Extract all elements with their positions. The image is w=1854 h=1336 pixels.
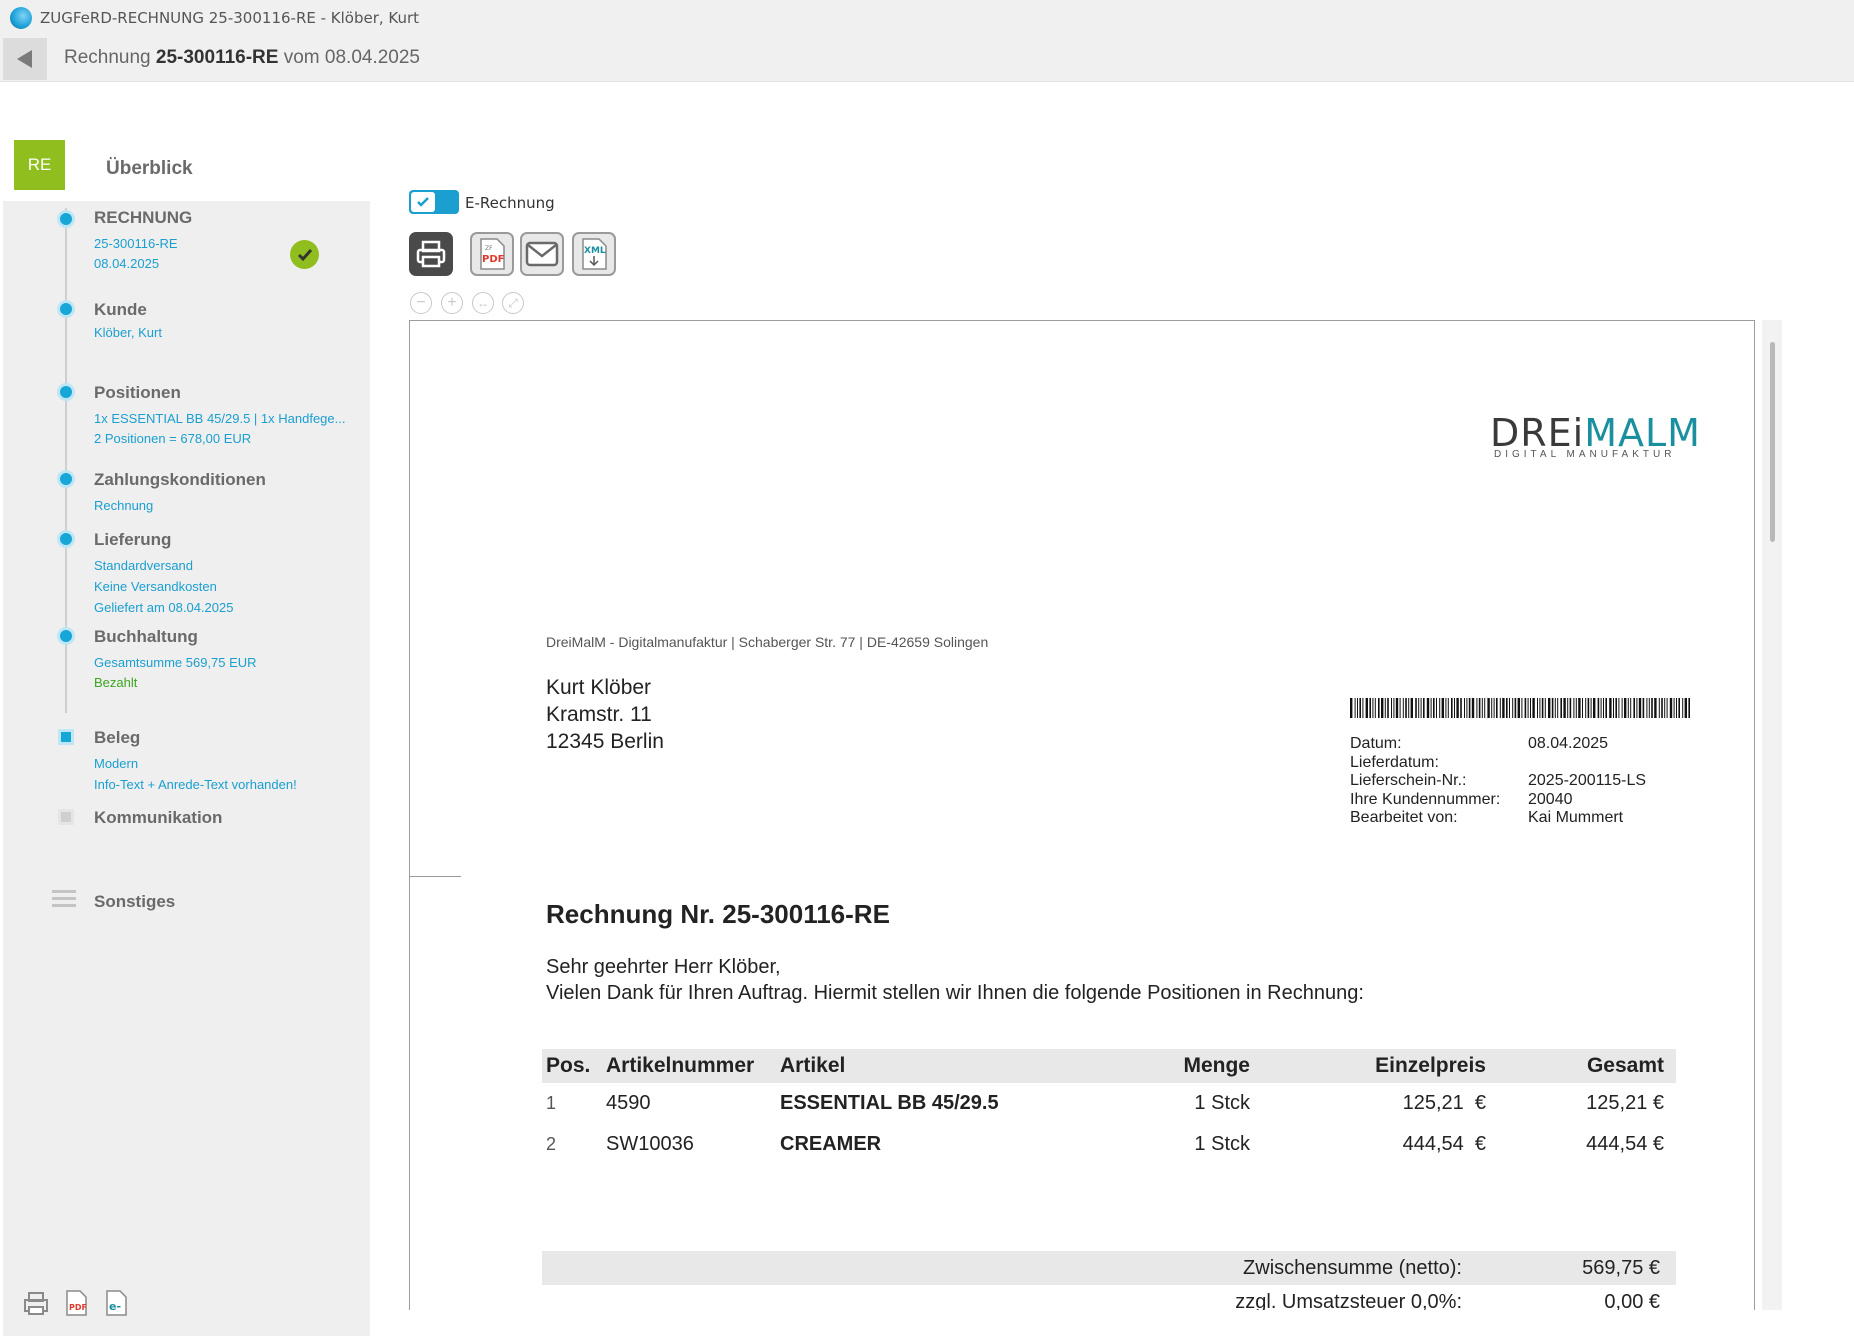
recipient-city: 12345 Berlin <box>546 730 664 753</box>
page-title: Rechnung 25-300116-RE vom 08.04.2025 <box>64 47 420 69</box>
step-label: Lieferung <box>94 530 172 549</box>
step-detail: Rechnung <box>94 498 154 513</box>
recipient-street: Kramstr. 11 <box>546 703 652 726</box>
step-detail: 2 Positionen = 678,00 EUR <box>94 431 252 446</box>
zoom-in-icon[interactable]: + <box>441 292 463 314</box>
company-logo: DREiMALM DIGITAL MANUFAKTUR <box>1490 411 1701 460</box>
email-button[interactable] <box>520 232 564 276</box>
step-label: Sonstiges <box>94 892 176 911</box>
meta-row: Lieferschein-Nr.: 2025-200115-LS <box>1350 772 1647 789</box>
step-square-icon <box>58 809 74 825</box>
pdf-button[interactable]: ZF PDF <box>470 232 514 276</box>
overview-label: Überblick <box>106 158 193 179</box>
page-header: Rechnung 25-300116-RE vom 08.04.2025 <box>0 36 1854 82</box>
invoice-preview: DREiMALM DIGITAL MANUFAKTUR DreiMalM - D… <box>409 320 1755 1310</box>
step-label: Kommunikation <box>94 808 223 827</box>
step-dot-icon <box>57 530 75 548</box>
print-icon[interactable] <box>21 1288 51 1318</box>
step-dot-icon <box>57 627 75 645</box>
step-dot-icon <box>57 470 75 488</box>
tax-row: zzgl. Umsatzsteuer 0,0%: 0,00 € <box>1235 1290 1660 1311</box>
step-label: Buchhaltung <box>94 627 198 646</box>
sidebar: RE Überblick RECHNUNG 25-300116-RE 08.04… <box>3 128 370 1336</box>
step-dot-icon <box>57 210 75 228</box>
document-type-badge: RE <box>14 140 65 190</box>
print-button[interactable] <box>409 232 453 276</box>
zoom-out-icon[interactable]: − <box>410 292 432 314</box>
title-suffix: vom 08.04.2025 <box>283 47 420 68</box>
meta-row: Bearbeitet von: Kai Mummert <box>1350 809 1624 826</box>
invoice-meta: Datum: 08.04.2025 Lieferdatum: Liefersche… <box>1350 735 1646 828</box>
zf-pdf-icon: ZF PDF <box>480 238 505 270</box>
window-titlebar: ZUGFeRD-RECHNUNG 25-300116-RE - Klöber, … <box>0 0 1854 36</box>
meta-row: Lieferdatum: <box>1350 753 1439 771</box>
xml-export-button[interactable]: XML <box>572 232 616 276</box>
step-detail: Geliefert am 08.04.2025 <box>94 600 234 615</box>
step-detail: 08.04.2025 <box>94 256 160 271</box>
invoice-title: Rechnung Nr. 25-300116-RE <box>546 899 890 929</box>
meta-row: Datum: 08.04.2025 <box>1350 735 1609 752</box>
svg-text:XML: XML <box>584 246 606 256</box>
e-invoice-toggle-label: E-Rechnung <box>465 194 555 212</box>
back-button[interactable] <box>3 38 47 80</box>
meta-row: Ihre Kundennummer: 20040 <box>1350 790 1573 808</box>
step-label: Positionen <box>94 383 181 402</box>
back-arrow-icon <box>17 50 32 68</box>
recipient-address: Kurt Klöber Kramstr. 11 12345 Berlin <box>546 674 664 755</box>
scrollbar-thumb[interactable] <box>1770 342 1775 542</box>
toggle-check-icon <box>411 192 435 212</box>
svg-text:PDF: PDF <box>69 1303 87 1312</box>
step-detail: 1x ESSENTIAL BB 45/29.5 | 1x Handfege... <box>94 411 346 426</box>
step-label: Beleg <box>94 728 141 747</box>
step-detail: Gesamtsumme 569,75 EUR <box>94 655 257 670</box>
menu-lines-icon <box>52 890 76 910</box>
e-invoice-icon[interactable]: e- <box>101 1288 131 1318</box>
preview-scrollbar[interactable] <box>1762 320 1782 1310</box>
step-detail: Keine Versandkosten <box>94 579 217 594</box>
totals-block: Zwischensumme (netto): 569,75 € zzgl. Um… <box>542 1251 1676 1310</box>
step-detail: 25-300116-RE <box>94 236 178 251</box>
fit-page-icon[interactable]: ⤢ <box>502 292 524 314</box>
recipient-name: Kurt Klöber <box>546 676 652 699</box>
sender-line: DreiMalM - Digitalmanufaktur | Schaberge… <box>546 634 989 650</box>
step-detail: Info-Text + Anrede-Text vorhanden! <box>94 777 297 792</box>
step-square-icon <box>58 729 74 745</box>
step-detail: Klöber, Kurt <box>94 325 162 340</box>
e-invoice-toggle[interactable] <box>409 190 459 214</box>
fit-width-icon[interactable]: ↔ <box>472 292 494 314</box>
xml-download-icon: XML <box>582 238 607 270</box>
greeting-text: Sehr geehrter Herr Klöber, Vielen Dank f… <box>546 956 1364 1004</box>
svg-text:PDF: PDF <box>482 254 504 265</box>
step-detail: Modern <box>94 756 139 771</box>
svg-text:e-: e- <box>109 1300 121 1313</box>
pdf-icon[interactable]: PDF <box>61 1288 91 1318</box>
subtotal-row: Zwischensumme (netto): 569,75 € <box>542 1251 1676 1285</box>
sidebar-overview-header[interactable]: RE Überblick <box>3 128 370 201</box>
step-label: Zahlungskonditionen <box>94 470 266 489</box>
table-header: Pos. Artikelnummer Artikel Menge Einzelp… <box>542 1049 1676 1083</box>
app-icon <box>10 7 32 29</box>
table-row: 1 4590 ESSENTIAL BB 45/29.5 1 Stck 125,2… <box>546 1092 1664 1114</box>
invoice-number: 25-300116-RE <box>155 47 279 68</box>
window-title: ZUGFeRD-RECHNUNG 25-300116-RE - Klöber, … <box>40 9 420 27</box>
step-detail: Standardversand <box>94 558 194 573</box>
sidebar-spacer <box>3 82 370 128</box>
printer-icon <box>416 240 446 268</box>
sidebar-footer-actions: PDF e- <box>21 1288 131 1318</box>
complete-check-icon <box>290 240 319 269</box>
barcode <box>1350 698 1690 718</box>
step-dot-icon <box>57 383 75 401</box>
step-dot-icon <box>57 300 75 318</box>
paid-status: Bezahlt <box>94 675 138 690</box>
svg-text:ZF: ZF <box>485 245 493 252</box>
line-items-table: Pos. Artikelnummer Artikel Menge Einzelp… <box>542 1049 1676 1165</box>
table-row: 2 SW10036 CREAMER 1 Stck 444,54 € 444,54… <box>546 1133 1664 1155</box>
envelope-icon <box>525 241 559 267</box>
step-label: Kunde <box>94 300 147 319</box>
step-label: RECHNUNG <box>94 208 193 227</box>
fold-mark <box>410 876 461 877</box>
title-prefix: Rechnung <box>64 47 151 68</box>
